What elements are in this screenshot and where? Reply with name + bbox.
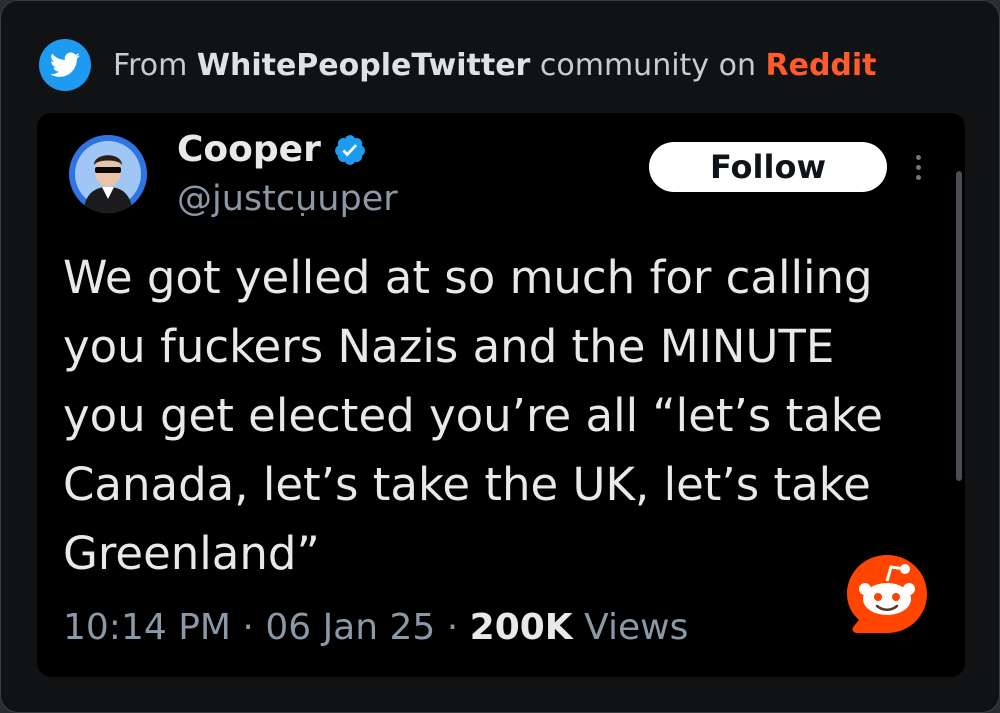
- user-handle[interactable]: @justcuuper: [177, 179, 398, 219]
- header-middle: community on: [530, 47, 766, 83]
- meta-separator: ·: [435, 607, 470, 648]
- scrollbar[interactable]: [956, 171, 962, 481]
- reddit-link[interactable]: Reddit: [766, 48, 877, 83]
- meta-separator: ·: [230, 607, 266, 648]
- more-options-icon[interactable]: [914, 155, 922, 185]
- name-row: Cooper: [177, 129, 367, 170]
- header-text: From WhitePeopleTwitter community on Red…: [113, 48, 877, 83]
- header-prefix: From: [113, 47, 197, 83]
- verified-badge-icon: [334, 134, 365, 165]
- tweet-date[interactable]: 06 Jan 25: [265, 607, 435, 648]
- tweet-text: We got yelled at so much for calling you…: [63, 251, 883, 580]
- views-count: 200K: [469, 607, 573, 648]
- tweet-card: Cooper @justcuuper Follow We got yelled …: [37, 113, 965, 677]
- tweet-meta: 10:14 PM · 06 Jan 25 · 200K Views: [63, 607, 688, 648]
- tweet-time[interactable]: 10:14 PM: [63, 607, 231, 648]
- community-link[interactable]: WhitePeopleTwitter: [197, 48, 530, 83]
- follow-button[interactable]: Follow: [649, 142, 887, 192]
- twitter-bird-icon: [39, 39, 91, 91]
- views-label: Views: [572, 607, 689, 648]
- reddit-logo-icon: [847, 555, 927, 633]
- source-header: From WhitePeopleTwitter community on Red…: [39, 37, 877, 93]
- embed-frame: From WhitePeopleTwitter community on Red…: [0, 0, 1000, 713]
- avatar[interactable]: [69, 135, 147, 213]
- display-name[interactable]: Cooper: [177, 129, 321, 170]
